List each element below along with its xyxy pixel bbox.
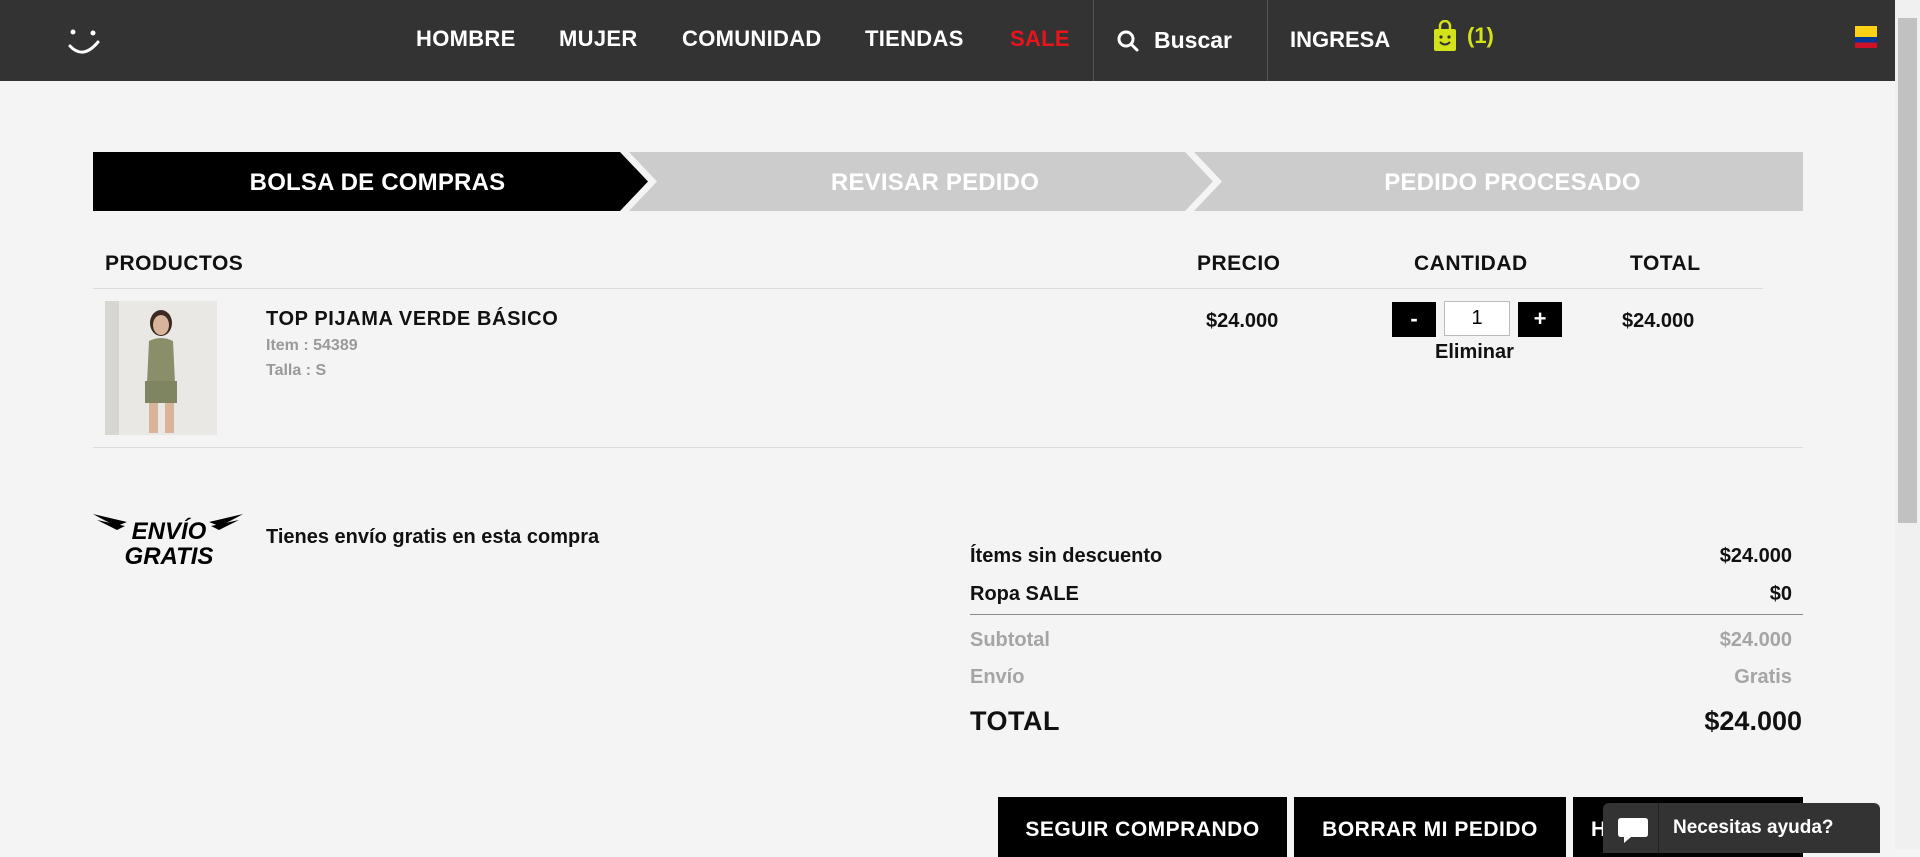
summary-label-subtotal: Subtotal [970,629,1050,651]
summary-label-items: Ítems sin descuento [970,545,1163,567]
continue-shopping-button[interactable]: SEGUIR COMPRANDO [998,797,1287,857]
decrease-quantity-button[interactable]: - [1392,302,1436,337]
nav-comunidad[interactable]: COMUNIDAD [682,26,822,52]
login-link[interactable]: INGRESA [1290,27,1390,53]
nav-sale[interactable]: SALE [1010,26,1070,52]
product-item-code: Item : 54389 [266,337,358,354]
free-shipping-message: Tienes envío gratis en esta compra [266,526,600,548]
product-image[interactable] [105,301,217,435]
free-shipping-wings-icon: ENVÍO GRATIS [93,514,243,566]
step-revisar-pedido: REVISAR PEDIDO [830,169,1040,196]
summary-label-shipping: Envío [970,666,1025,688]
nav-hombre[interactable]: HOMBRE [416,26,516,52]
cart-count: (1) [1467,23,1494,48]
cart-button[interactable]: (1) [1433,20,1494,52]
header-cantidad: CANTIDAD [1414,252,1528,275]
clear-order-button[interactable]: BORRAR MI PEDIDO [1294,797,1566,857]
smiley-logo-icon[interactable] [66,24,102,60]
row-divider [93,447,1803,448]
summary-value-items: $24.000 [1719,545,1792,567]
summary-value-shipping: Gratis [1734,666,1792,688]
summary-label-sale: Ropa SALE [970,583,1079,605]
chat-bubble-icon [1618,818,1648,843]
colombia-flag-icon[interactable] [1855,26,1877,48]
header-divider [93,288,1763,289]
step-pedido-procesado: PEDIDO PROCESADO [1384,169,1641,196]
header-productos: PRODUCTOS [105,252,244,275]
envio-logo-line-1: ENVÍO [132,517,207,545]
product-total: $24.000 [1622,310,1695,332]
help-divider [1658,803,1659,853]
step-bolsa-de-compras: BOLSA DE COMPRAS [249,169,506,196]
checkout-steps: BOLSA DE COMPRAS REVISAR PEDIDO PEDIDO P… [93,152,1803,211]
search-button[interactable]: Buscar [1094,0,1266,81]
summary-value-subtotal: $24.000 [1719,629,1792,651]
product-size: Talla : S [266,362,327,379]
top-navigation-bar: HOMBRE MUJER COMUNIDAD TIENDAS SALE Busc… [0,0,1895,81]
header-total: TOTAL [1630,252,1701,275]
quantity-input[interactable] [1444,301,1510,336]
nav-tiendas[interactable]: TIENDAS [865,26,964,52]
product-name[interactable]: TOP PIJAMA VERDE BÁSICO [266,308,558,331]
nav-divider [1267,0,1268,81]
search-label: Buscar [1154,27,1232,53]
help-chat-widget[interactable]: Necesitas ayuda? [1603,803,1880,853]
help-label: Necesitas ayuda? [1673,817,1834,838]
summary-divider [970,614,1803,615]
summary-total-value: $24.000 [1704,706,1802,736]
search-icon [1117,30,1139,51]
scrollbar-thumb[interactable] [1898,18,1917,523]
summary-total-label: TOTAL [970,706,1060,736]
envio-logo-line-2: GRATIS [125,543,214,566]
header-precio: PRECIO [1197,252,1281,275]
increase-quantity-button[interactable]: + [1518,302,1562,337]
product-price: $24.000 [1206,310,1279,332]
nav-mujer[interactable]: MUJER [559,26,638,52]
shopping-bag-icon [1434,20,1456,51]
remove-item-link[interactable]: Eliminar [1435,341,1514,364]
summary-value-sale: $0 [1769,583,1792,605]
